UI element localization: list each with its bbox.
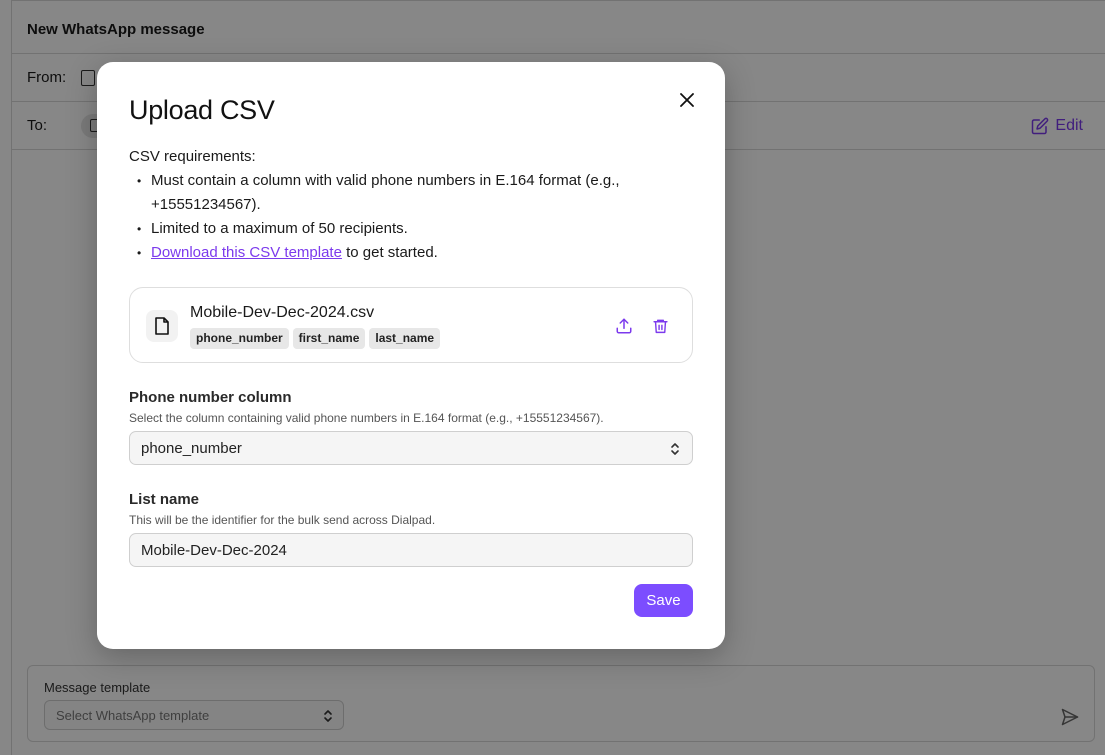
upload-icon [616, 318, 632, 334]
upload-csv-modal: Upload CSV CSV requirements: Must contai… [97, 62, 725, 649]
list-name-input[interactable]: Mobile-Dev-Dec-2024 [129, 533, 693, 567]
download-template-link[interactable]: Download this CSV template [151, 244, 342, 261]
phone-column-help: Select the column containing valid phone… [129, 411, 604, 425]
column-tag: phone_number [190, 328, 289, 349]
phone-column-label: Phone number column [129, 389, 292, 406]
trash-icon [652, 319, 668, 334]
csv-requirements: CSV requirements: Must contain a column … [129, 145, 669, 265]
requirements-heading: CSV requirements: [129, 148, 256, 165]
list-name-help: This will be the identifier for the bulk… [129, 513, 436, 527]
phone-column-value: phone_number [141, 439, 242, 457]
list-name-value: Mobile-Dev-Dec-2024 [141, 541, 287, 559]
phone-column-select[interactable]: phone_number [129, 431, 693, 465]
requirement-item: Download this CSV template to get starte… [129, 241, 669, 265]
requirement-item: Must contain a column with valid phone n… [129, 169, 669, 217]
list-name-label: List name [129, 491, 200, 508]
download-suffix: to get started. [341, 244, 438, 261]
close-button[interactable] [677, 90, 697, 110]
column-tag: first_name [292, 328, 366, 349]
file-icon [155, 317, 169, 335]
reupload-button[interactable] [613, 315, 635, 337]
modal-title: Upload CSV [129, 95, 275, 125]
delete-file-button[interactable] [649, 315, 671, 337]
uploaded-file-card: Mobile-Dev-Dec-2024.csv phone_number fir… [129, 287, 693, 363]
requirements-list: Must contain a column with valid phone n… [129, 169, 669, 265]
chevron-updown-icon [671, 443, 679, 455]
close-icon [680, 93, 694, 107]
save-button[interactable]: Save [634, 584, 693, 617]
column-tags: phone_number first_name last_name [190, 328, 441, 349]
file-name: Mobile-Dev-Dec-2024.csv [190, 304, 375, 321]
column-tag: last_name [369, 328, 441, 349]
file-icon-container [146, 310, 178, 342]
requirement-item: Limited to a maximum of 50 recipients. [129, 217, 669, 241]
